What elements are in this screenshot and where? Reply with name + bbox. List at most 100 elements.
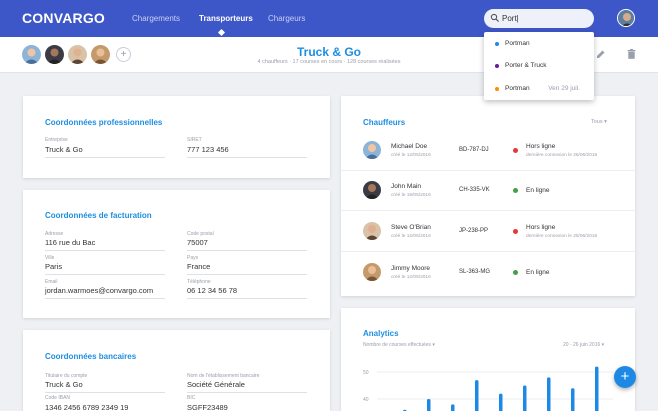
driver-created: créé le 12/05/2016 bbox=[391, 153, 431, 158]
y-tick-label: 50 bbox=[363, 370, 369, 376]
driver-plate: JP-238-PP bbox=[459, 228, 489, 234]
status-dot bbox=[513, 148, 518, 153]
account-holder-field[interactable]: Truck & Go bbox=[45, 380, 165, 393]
suggestion-item[interactable]: Portman bbox=[484, 33, 594, 55]
postal-code-field[interactable]: 75007 bbox=[187, 238, 307, 251]
driver-name: Michael Doe bbox=[391, 143, 428, 150]
field-label: Email bbox=[45, 279, 58, 285]
chart-bar[interactable] bbox=[427, 399, 431, 411]
field-label: Code IBAN bbox=[45, 395, 71, 401]
driver-row[interactable]: Jimmy Moore créé le 12/05/2016 SL-363-MG… bbox=[341, 253, 635, 293]
status-dot bbox=[513, 188, 518, 193]
driver-name: John Main bbox=[391, 183, 421, 190]
driver-created: créé le 12/05/2016 bbox=[391, 275, 431, 280]
trash-icon[interactable] bbox=[627, 49, 636, 59]
search-suggestions: Portman Porter & Truck Portman Ven 29 ju… bbox=[484, 32, 594, 100]
field-label: Adresse bbox=[45, 231, 64, 237]
drivers-filter[interactable]: Tous ▾ bbox=[591, 119, 607, 125]
billing-info-card: Coordonnées de facturation Adresse 116 r… bbox=[23, 190, 330, 318]
chart-bar[interactable] bbox=[523, 385, 527, 411]
field-label: BIC bbox=[187, 395, 196, 401]
search-input[interactable]: Port| bbox=[502, 14, 519, 23]
chart-bar[interactable] bbox=[595, 366, 599, 411]
driver-status: Hors ligne bbox=[526, 224, 556, 231]
driver-avatar bbox=[363, 181, 381, 199]
driver-row[interactable]: Steve O'Brian créé le 12/05/2016 JP-238-… bbox=[341, 212, 635, 252]
status-dot bbox=[513, 229, 518, 234]
driver-created: créé le 19/05/2016 bbox=[391, 193, 431, 198]
field-label: Pays bbox=[187, 255, 199, 261]
field-label: Nom de l'établissement bancaire bbox=[187, 373, 260, 379]
driver-avatar bbox=[363, 222, 381, 240]
address-field[interactable]: 116 rue du Bac bbox=[45, 238, 165, 251]
driver-row[interactable]: John Main créé le 19/05/2016 CH-335-VK E… bbox=[341, 171, 635, 211]
chart-bar[interactable] bbox=[499, 393, 503, 411]
suggestion-label: Porter & Truck bbox=[505, 62, 547, 69]
driver-created: créé le 12/05/2016 bbox=[391, 234, 431, 239]
driver-status: En ligne bbox=[526, 269, 550, 276]
app-logo[interactable]: CONVARGO bbox=[22, 10, 105, 26]
nav-chargeurs[interactable]: Chargeurs bbox=[268, 14, 305, 23]
field-label: Ville bbox=[45, 255, 55, 261]
bank-name-field[interactable]: Société Générale bbox=[187, 380, 307, 393]
chart-bar[interactable] bbox=[451, 404, 455, 411]
professional-info-card: Coordonnées professionnelles Entreprise … bbox=[23, 96, 330, 178]
suggestion-item[interactable]: Portman Ven 29 juil. bbox=[484, 78, 594, 100]
driver-name: Jimmy Moore bbox=[391, 265, 431, 272]
driver-avatar bbox=[363, 141, 381, 159]
driver-plate: CH-335-VK bbox=[459, 187, 490, 193]
drivers-filter-label: Tous bbox=[591, 119, 603, 125]
email-field[interactable]: jordan.warmoes@convargo.com bbox=[45, 286, 165, 299]
driver-row[interactable]: Michael Doe créé le 12/05/2016 BD-787-DJ… bbox=[341, 131, 635, 171]
suggestion-label: Portman bbox=[505, 85, 530, 92]
iban-field[interactable]: 1346 2456 6789 2349 19 bbox=[45, 403, 165, 411]
card-title: Coordonnées de facturation bbox=[45, 211, 152, 220]
card-title: Coordonnées professionnelles bbox=[45, 118, 163, 127]
suggestion-date: Ven 29 juil. bbox=[548, 85, 580, 92]
status-dot bbox=[513, 270, 518, 275]
card-title: Coordonnées bancaires bbox=[45, 352, 137, 361]
add-fab-button[interactable]: + bbox=[614, 366, 636, 388]
siret-field[interactable]: 777 123 456 bbox=[187, 145, 307, 158]
user-avatar-image bbox=[618, 10, 634, 26]
driver-avatar bbox=[363, 263, 381, 281]
driver-name: Steve O'Brian bbox=[391, 224, 431, 231]
bic-field[interactable]: SGFF23489 bbox=[187, 403, 307, 411]
chevron-down-icon: ▾ bbox=[604, 119, 607, 125]
driver-status: Hors ligne bbox=[526, 143, 556, 150]
nav-chargements[interactable]: Chargements bbox=[132, 14, 180, 23]
suggestion-dot bbox=[495, 42, 499, 46]
suggestion-label: Portman bbox=[505, 40, 530, 47]
driver-last-connection: dernière connexion le 25/06/2016 bbox=[526, 234, 598, 239]
driver-plate: BD-787-DJ bbox=[459, 147, 489, 153]
field-label: Code postal bbox=[187, 231, 214, 237]
analytics-bar-chart: 50 40 bbox=[363, 366, 613, 411]
field-label: SIRET bbox=[187, 137, 202, 143]
suggestion-item[interactable]: Porter & Truck bbox=[484, 55, 594, 77]
city-field[interactable]: Paris bbox=[45, 262, 165, 275]
chart-bar[interactable] bbox=[475, 380, 479, 411]
nav-transporteurs[interactable]: Transporteurs bbox=[199, 14, 253, 23]
card-title: Chauffeurs bbox=[363, 118, 406, 127]
bank-info-card: Coordonnées bancaires Titulaire du compt… bbox=[23, 330, 330, 411]
analytics-card: Analytics Nombre de courses effectuées ▾… bbox=[341, 308, 635, 411]
driver-plate: SL-363-MG bbox=[459, 269, 491, 275]
search-box[interactable]: Port| bbox=[484, 9, 594, 28]
active-nav-indicator bbox=[217, 28, 226, 37]
driver-status: En ligne bbox=[526, 187, 550, 194]
chart-bar[interactable] bbox=[547, 377, 551, 411]
chart-bar[interactable] bbox=[571, 388, 575, 411]
user-avatar[interactable] bbox=[617, 9, 635, 27]
suggestion-dot bbox=[495, 64, 499, 68]
edit-icon[interactable] bbox=[596, 49, 606, 59]
field-label: Entreprise bbox=[45, 137, 68, 143]
company-field[interactable]: Truck & Go bbox=[45, 145, 165, 158]
y-tick-label: 40 bbox=[363, 397, 369, 403]
search-icon bbox=[490, 13, 500, 23]
phone-field[interactable]: 06 12 34 56 78 bbox=[187, 286, 307, 299]
country-field[interactable]: France bbox=[187, 262, 307, 275]
driver-last-connection: dernière connexion le 26/06/2016 bbox=[526, 153, 598, 158]
drivers-card: Chauffeurs Tous ▾ Michael Doe créé le 12… bbox=[341, 96, 635, 296]
field-label: Titulaire du compte bbox=[45, 373, 88, 379]
field-label: Téléphone bbox=[187, 279, 211, 285]
